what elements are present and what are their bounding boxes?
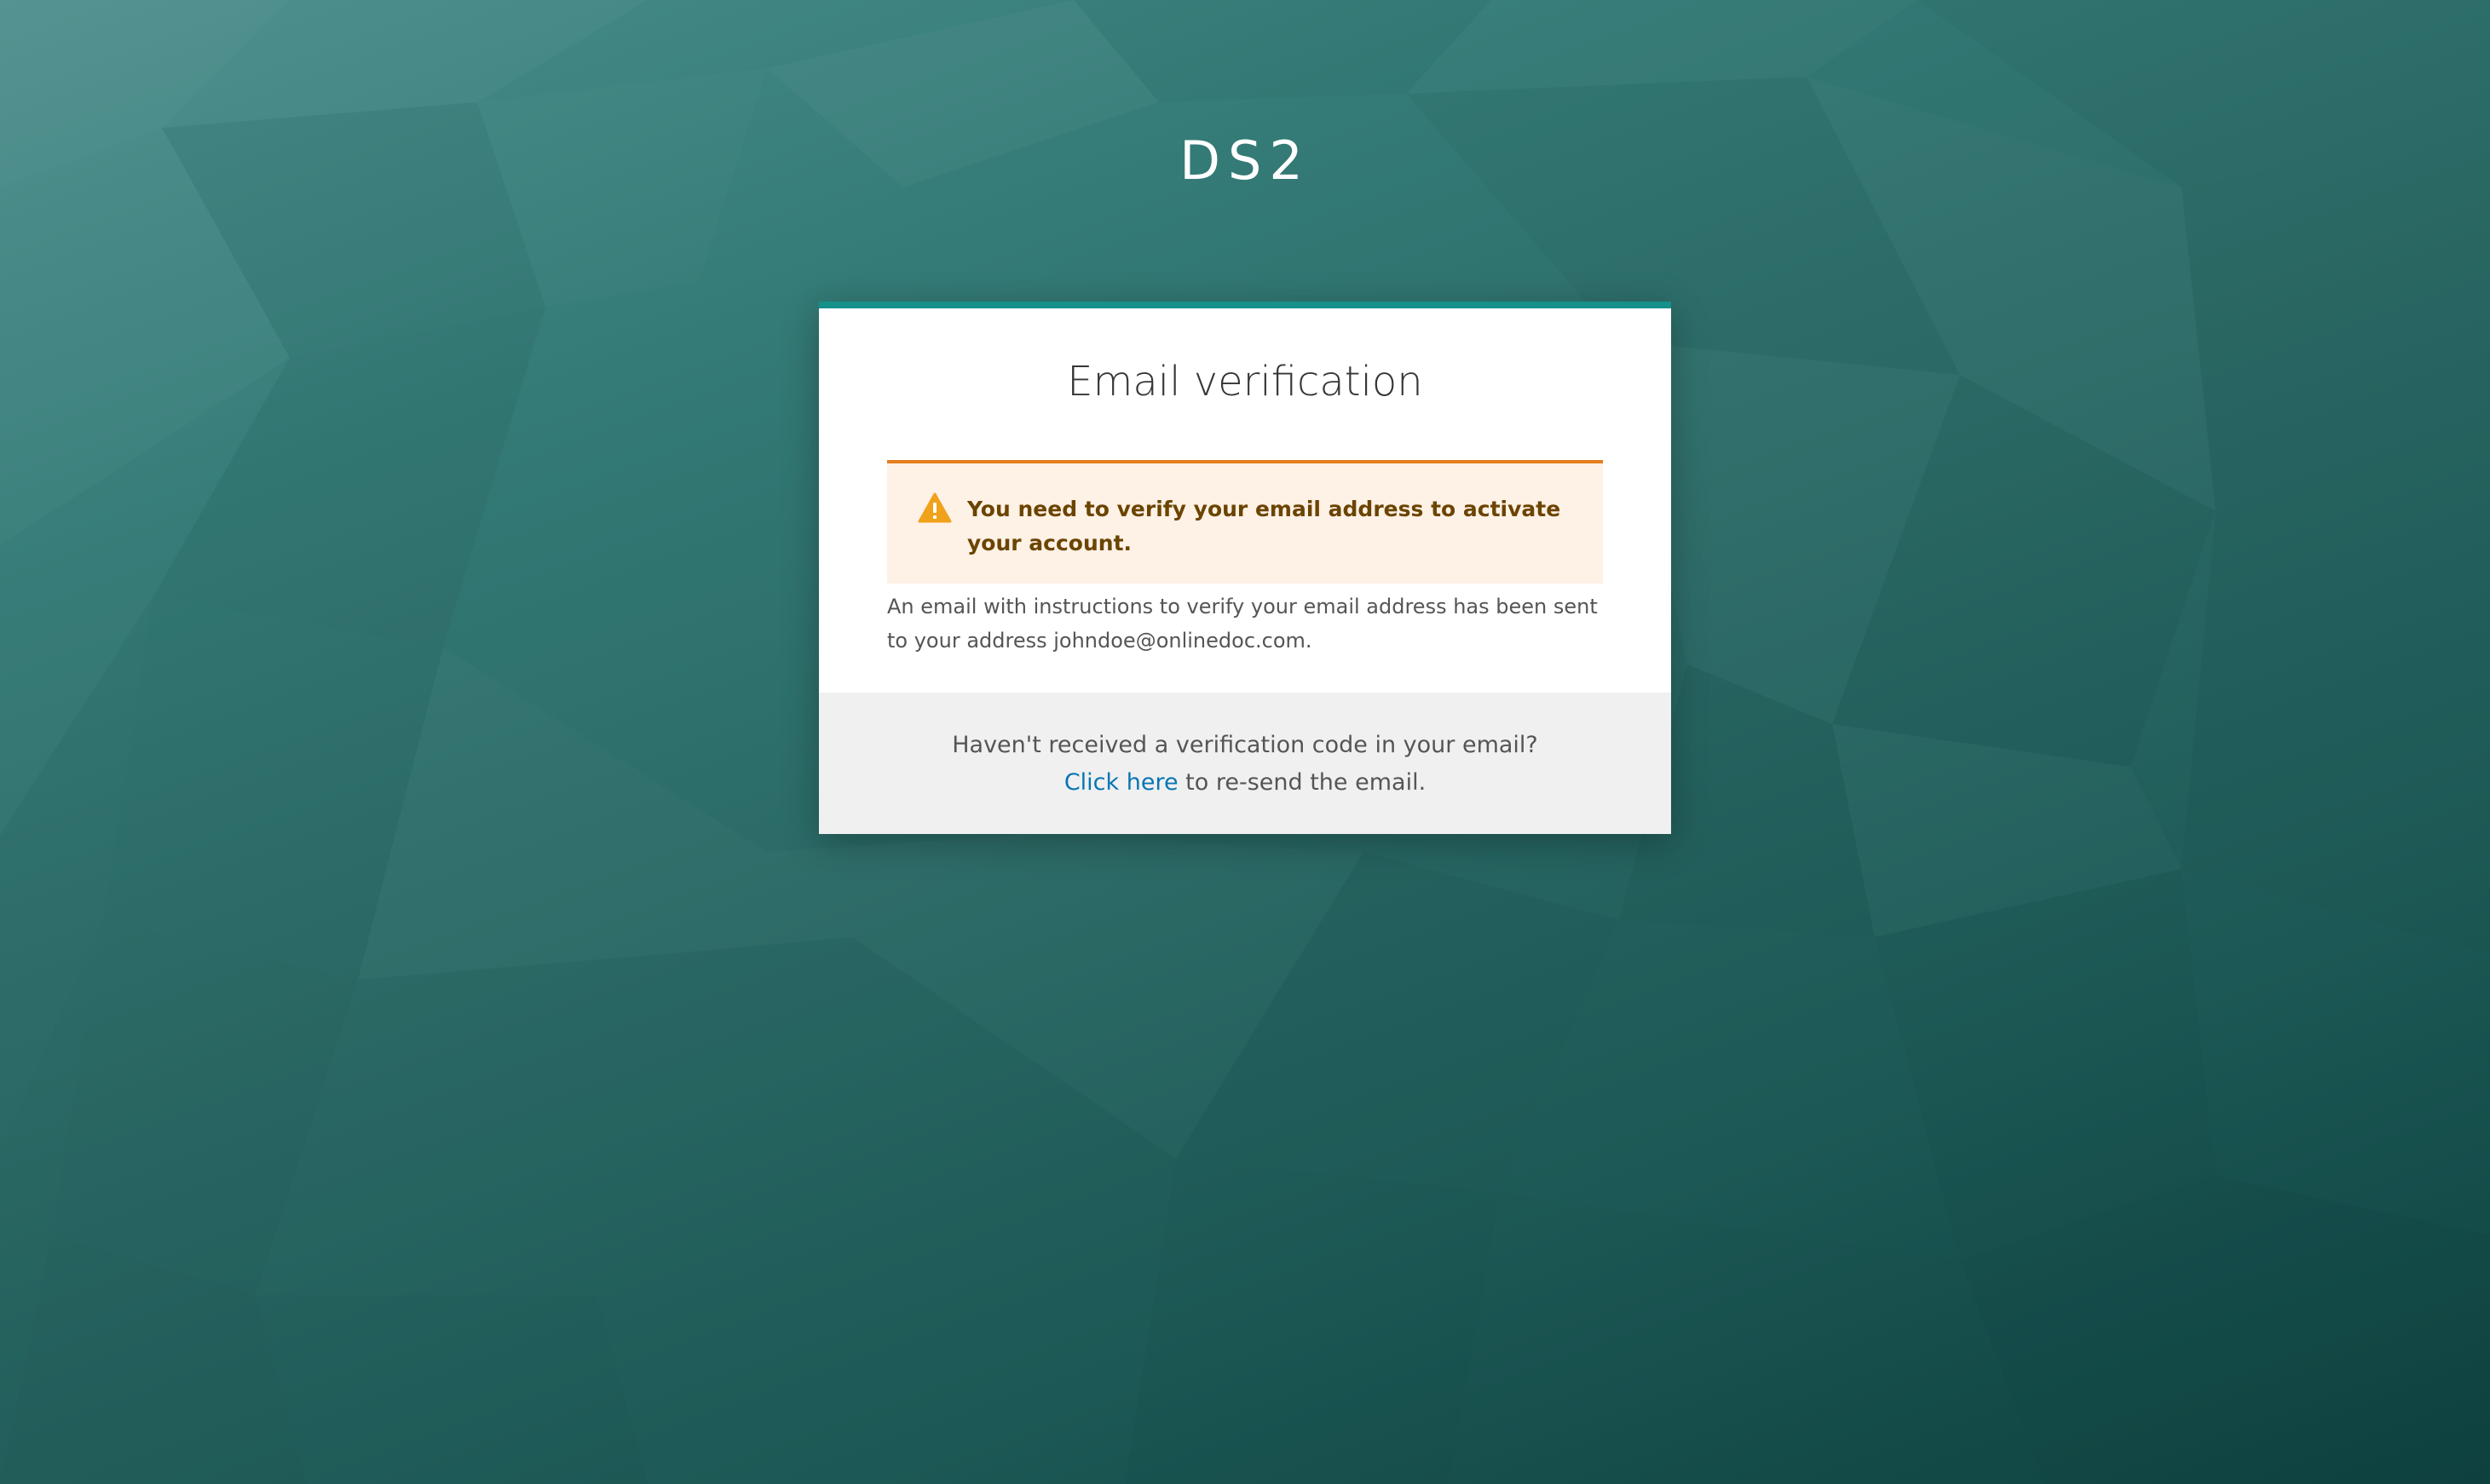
resend-suffix: to re-send the email. [1178,769,1427,796]
card-footer: Haven't received a verification code in … [819,693,1671,834]
brand-logo: DS2 [1179,129,1311,192]
warning-alert: You need to verify your email address to… [887,460,1603,584]
footer-question: Haven't received a verification code in … [952,732,1538,758]
page-title: Email verification [1067,358,1423,406]
footer-resend-line: Click here to re-send the email. [819,766,1671,800]
resend-email-link[interactable]: Click here [1064,769,1179,796]
warning-icon [918,492,952,523]
alert-message: You need to verify your email address to… [967,497,1561,555]
info-text: An email with instructions to verify you… [887,595,1598,653]
verification-card: Email verification You need to verify yo… [819,302,1671,834]
